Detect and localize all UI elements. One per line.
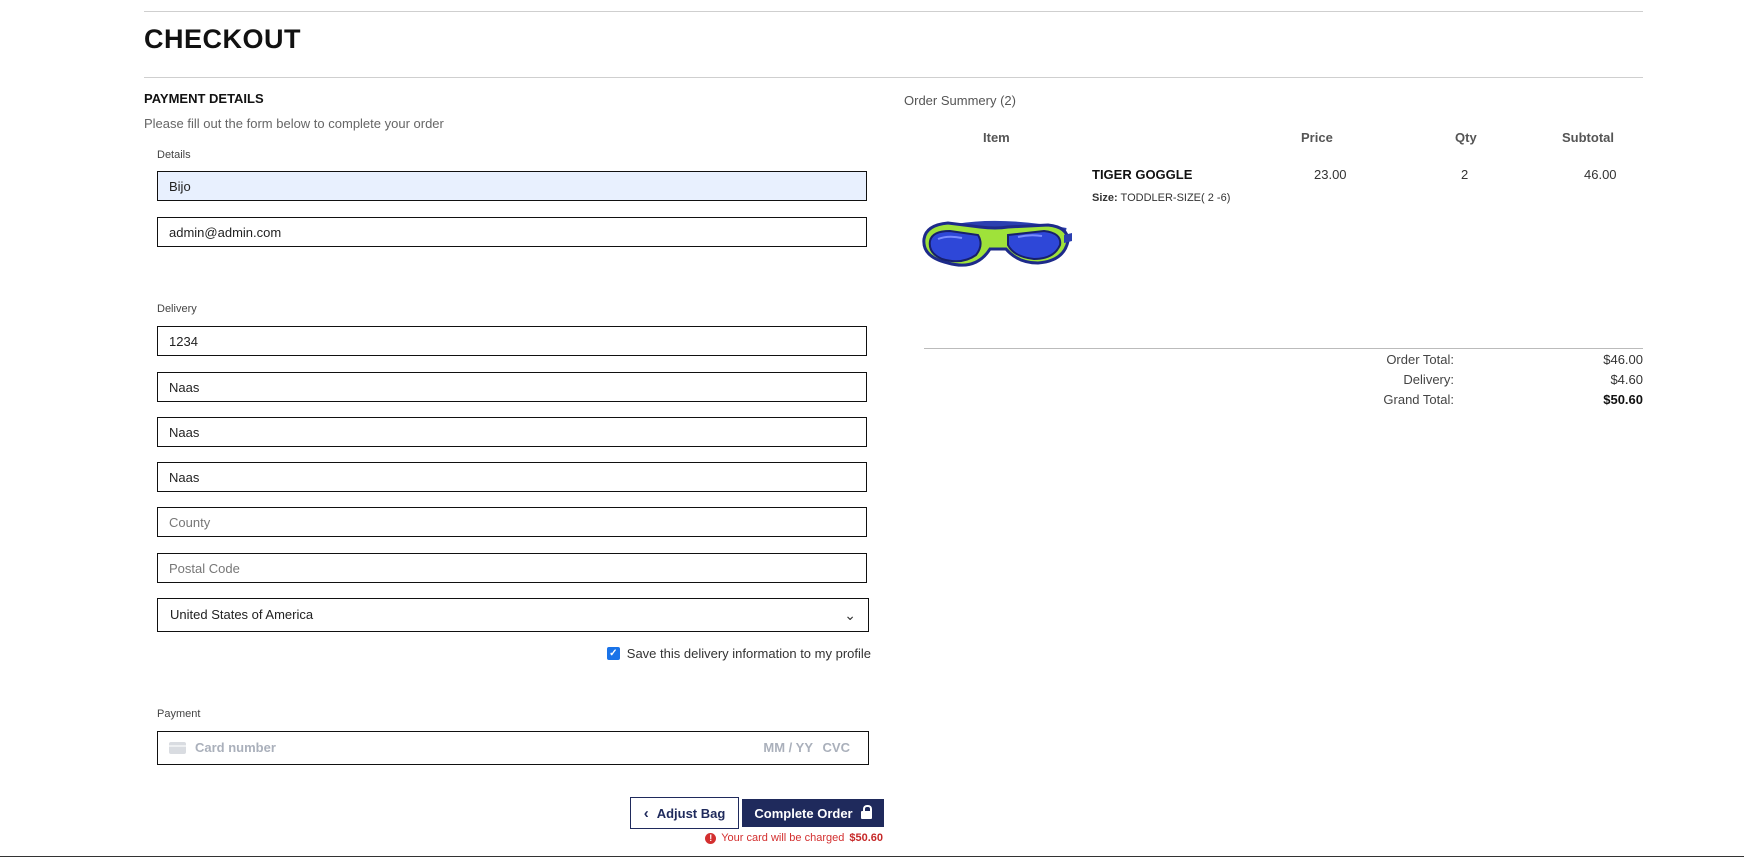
address-line1-field[interactable] [157, 326, 867, 356]
chevron-left-icon: ‹ [643, 804, 649, 822]
lock-icon [860, 805, 872, 819]
complete-order-button[interactable]: Complete Order [742, 799, 884, 827]
card-number-placeholder[interactable]: Card number [195, 740, 276, 755]
charge-amount: $50.60 [849, 832, 883, 844]
credit-card-icon [169, 742, 186, 754]
product-qty: 2 [1461, 167, 1469, 182]
address-line2-field[interactable] [157, 372, 867, 402]
card-expiry-placeholder[interactable]: MM / YY [763, 740, 813, 755]
product-size-value: TODDLER-SIZE( 2 -6) [1120, 192, 1231, 204]
adjust-bag-button[interactable]: ‹ Adjust Bag [630, 797, 739, 829]
col-header-item: Item [983, 130, 1010, 145]
postal-code-field[interactable] [157, 553, 867, 583]
payment-details-subheading: Please fill out the form below to comple… [144, 116, 444, 131]
card-input[interactable]: Card number MM / YY CVC [157, 731, 869, 765]
save-delivery-option[interactable]: ✓ Save this delivery information to my p… [606, 646, 871, 661]
grand-total-label: Grand Total: [1383, 392, 1454, 407]
adjust-bag-label: Adjust Bag [656, 805, 726, 821]
product-name[interactable]: TIGER GOGGLE [1092, 167, 1192, 182]
city-field[interactable] [157, 462, 867, 492]
details-label: Details [157, 149, 191, 161]
name-field[interactable] [157, 171, 867, 201]
card-cvc-placeholder[interactable]: CVC [823, 740, 850, 755]
charge-notice-text: Your card will be charged [721, 832, 845, 844]
delivery-total-label: Delivery: [1403, 372, 1454, 387]
col-header-subtotal: Subtotal [1562, 130, 1614, 145]
totals-divider [924, 348, 1643, 349]
product-image-goggles[interactable] [918, 205, 1074, 285]
bottom-divider [0, 856, 1744, 857]
email-field[interactable] [157, 217, 867, 247]
product-subtotal: 46.00 [1584, 167, 1617, 182]
payment-label: Payment [157, 708, 201, 720]
save-delivery-checkbox[interactable]: ✓ [606, 647, 620, 660]
payment-details-heading: PAYMENT DETAILS [144, 91, 264, 106]
country-select[interactable]: United States of America ⌄ [157, 598, 869, 632]
chevron-down-icon: ⌄ [844, 607, 856, 623]
country-select-value: United States of America [170, 607, 314, 622]
complete-order-label: Complete Order [754, 805, 853, 821]
product-size: Size: TODDLER-SIZE( 2 -6) [1092, 192, 1230, 204]
col-header-price: Price [1301, 130, 1333, 145]
title-divider [144, 77, 1643, 78]
order-total-value: $46.00 [1603, 352, 1643, 367]
alert-icon: ! [705, 832, 717, 844]
top-divider [144, 11, 1643, 12]
order-summary-title: Order Summery (2) [904, 93, 1016, 108]
address-line3-field[interactable] [157, 417, 867, 447]
charge-notice: ! Your card will be charged $50.60 [705, 832, 883, 844]
product-price: 23.00 [1314, 167, 1347, 182]
delivery-total-value: $4.60 [1610, 372, 1643, 387]
delivery-label: Delivery [157, 303, 197, 315]
order-total-label: Order Total: [1386, 352, 1454, 367]
page-title: CHECKOUT [144, 24, 301, 54]
county-field[interactable] [157, 507, 867, 537]
grand-total-value: $50.60 [1603, 392, 1643, 407]
save-delivery-label: Save this delivery information to my pro… [626, 646, 871, 661]
col-header-qty: Qty [1455, 130, 1477, 145]
product-size-label: Size: [1092, 192, 1118, 204]
